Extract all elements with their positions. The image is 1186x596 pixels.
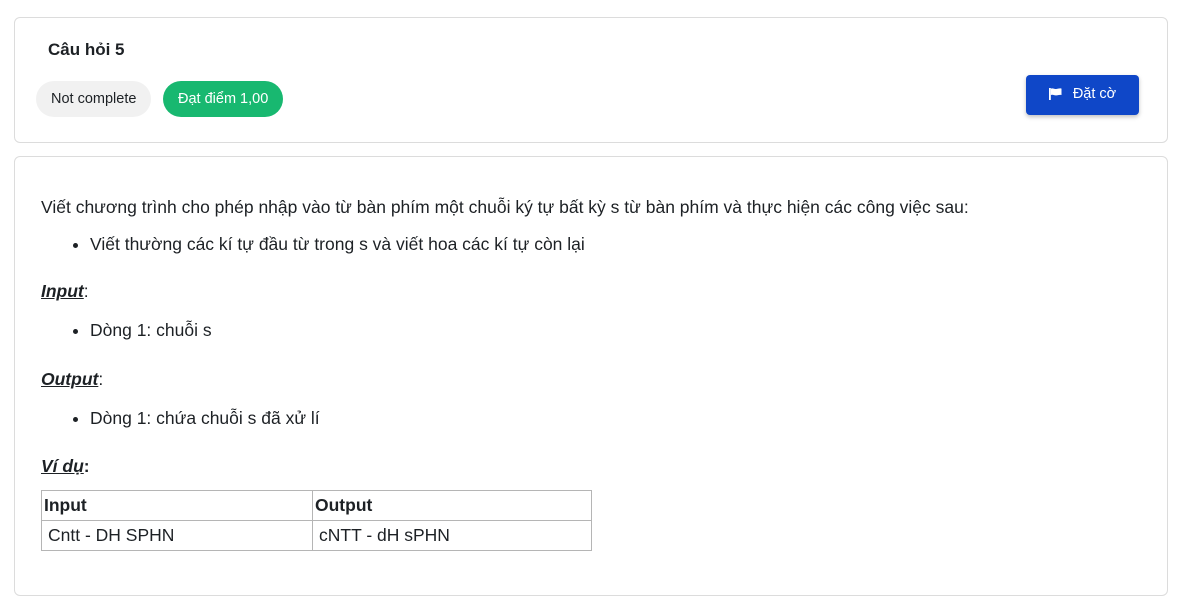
example-table: Input Output Cntt - DH SPHN cNTT - dH sP… [41, 490, 592, 551]
table-header-row: Input Output [41, 490, 592, 521]
flag-question-button[interactable]: Đặt cờ [1026, 75, 1139, 115]
input-label: Input [41, 281, 84, 301]
flag-button-label: Đặt cờ [1072, 86, 1117, 102]
example-label: Ví dụ [41, 456, 84, 476]
problem-intro: Viết chương trình cho phép nhập vào từ b… [41, 197, 969, 217]
input-heading: Input: [41, 281, 89, 301]
input-list: Dòng 1: chuỗi s [41, 320, 1141, 340]
grade-badge: Đạt điểm 1,00 [163, 81, 284, 117]
example-heading: Ví dụ: [41, 456, 90, 476]
list-item: Dòng 1: chứa chuỗi s đã xử lí [90, 408, 1141, 428]
table-header-input: Input [41, 490, 313, 521]
output-list: Dòng 1: chứa chuỗi s đã xử lí [41, 408, 1141, 428]
requirements-list: Viết thường các kí tự đầu từ trong s và … [41, 234, 1141, 254]
table-header-output: Output [312, 490, 592, 521]
table-row: Cntt - DH SPHN cNTT - dH sPHN [41, 520, 592, 551]
question-number: Câu hỏi 5 [48, 40, 125, 59]
question-text: Viết chương trình cho phép nhập vào từ b… [41, 197, 1141, 551]
table-cell-output: cNTT - dH sPHN [312, 520, 592, 551]
list-item: Dòng 1: chuỗi s [90, 320, 1141, 340]
question-text-panel: Viết chương trình cho phép nhập vào từ b… [14, 156, 1168, 596]
output-label: Output [41, 369, 99, 389]
list-item: Viết thường các kí tự đầu từ trong s và … [90, 234, 1141, 254]
flag-icon [1048, 88, 1062, 100]
output-heading: Output: [41, 369, 104, 389]
table-cell-input: Cntt - DH SPHN [41, 520, 313, 551]
completion-status-badge: Not complete [36, 81, 152, 117]
question-info-panel: Câu hỏi 5 Not complete Đạt điểm 1,00 Đặt… [14, 17, 1168, 143]
